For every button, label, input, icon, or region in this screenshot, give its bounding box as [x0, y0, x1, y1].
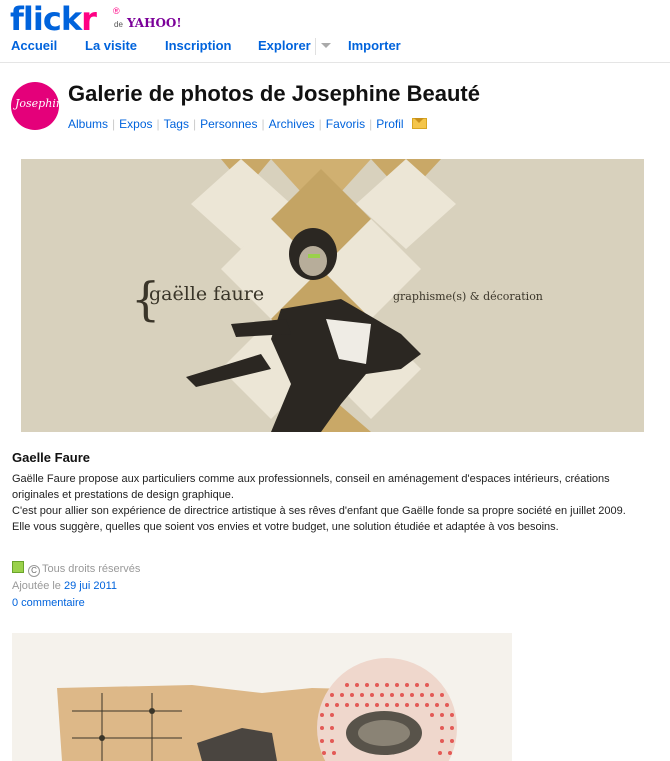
next-photo[interactable]	[12, 633, 512, 761]
banner-name: gaëlle faure	[149, 283, 265, 305]
date-added: Ajoutée le 29 jui 2011	[12, 580, 118, 592]
chevron-down-icon[interactable]	[321, 43, 331, 48]
nav-accueil[interactable]: Accueil	[11, 38, 57, 53]
link-profil[interactable]: Profil	[376, 117, 403, 131]
nav-la-visite[interactable]: La visite	[85, 38, 137, 53]
logo-de-text: de	[114, 20, 123, 29]
gallery-subnav: Albums | Expos | Tags | Personnes | Archives | Fav…	[68, 117, 427, 131]
link-favoris[interactable]: Favoris	[326, 117, 365, 131]
photo-description: Gaëlle Faure propose aux particuliers co…	[12, 473, 626, 533]
nav-inscription[interactable]: Inscription	[165, 38, 231, 53]
banner-tagline: graphisme(s) & décoration	[393, 290, 543, 303]
private-icon	[12, 561, 24, 573]
link-albums[interactable]: Albums	[68, 117, 108, 131]
license-line: C Tous droits réservés	[12, 561, 140, 577]
banner-pattern	[21, 159, 644, 432]
photo-title[interactable]: Gaelle Faure	[12, 450, 90, 465]
registered-mark: ®	[113, 6, 120, 16]
copyright-icon: C	[28, 565, 40, 577]
comments-link[interactable]: 0 commentaire	[12, 597, 85, 609]
top-bar: flickr ® de YAHOO! Accueil La visite Ins…	[0, 0, 670, 63]
link-personnes[interactable]: Personnes	[200, 117, 257, 131]
main-nav: Accueil La visite Inscription Explorer I…	[0, 38, 670, 58]
added-date-link[interactable]: 29 jui 2011	[64, 580, 117, 592]
license-text[interactable]: Tous droits réservés	[42, 563, 140, 575]
nav-explorer[interactable]: Explorer	[258, 38, 311, 53]
nav-separator	[315, 38, 316, 55]
avatar[interactable]: Josephine	[11, 82, 59, 130]
yahoo-logo: YAHOO!	[127, 16, 182, 30]
link-archives[interactable]: Archives	[269, 117, 315, 131]
collage-image	[12, 633, 512, 761]
nav-importer[interactable]: Importer	[348, 38, 401, 53]
link-expos[interactable]: Expos	[119, 117, 152, 131]
mail-icon[interactable]	[411, 118, 427, 129]
flickr-logo[interactable]: flickr	[10, 0, 97, 38]
page-title: Galerie de photos de Josephine Beauté	[68, 81, 480, 106]
main-photo[interactable]: { gaëlle faure graphisme(s) & décoration	[21, 159, 644, 432]
link-tags[interactable]: Tags	[164, 117, 189, 131]
